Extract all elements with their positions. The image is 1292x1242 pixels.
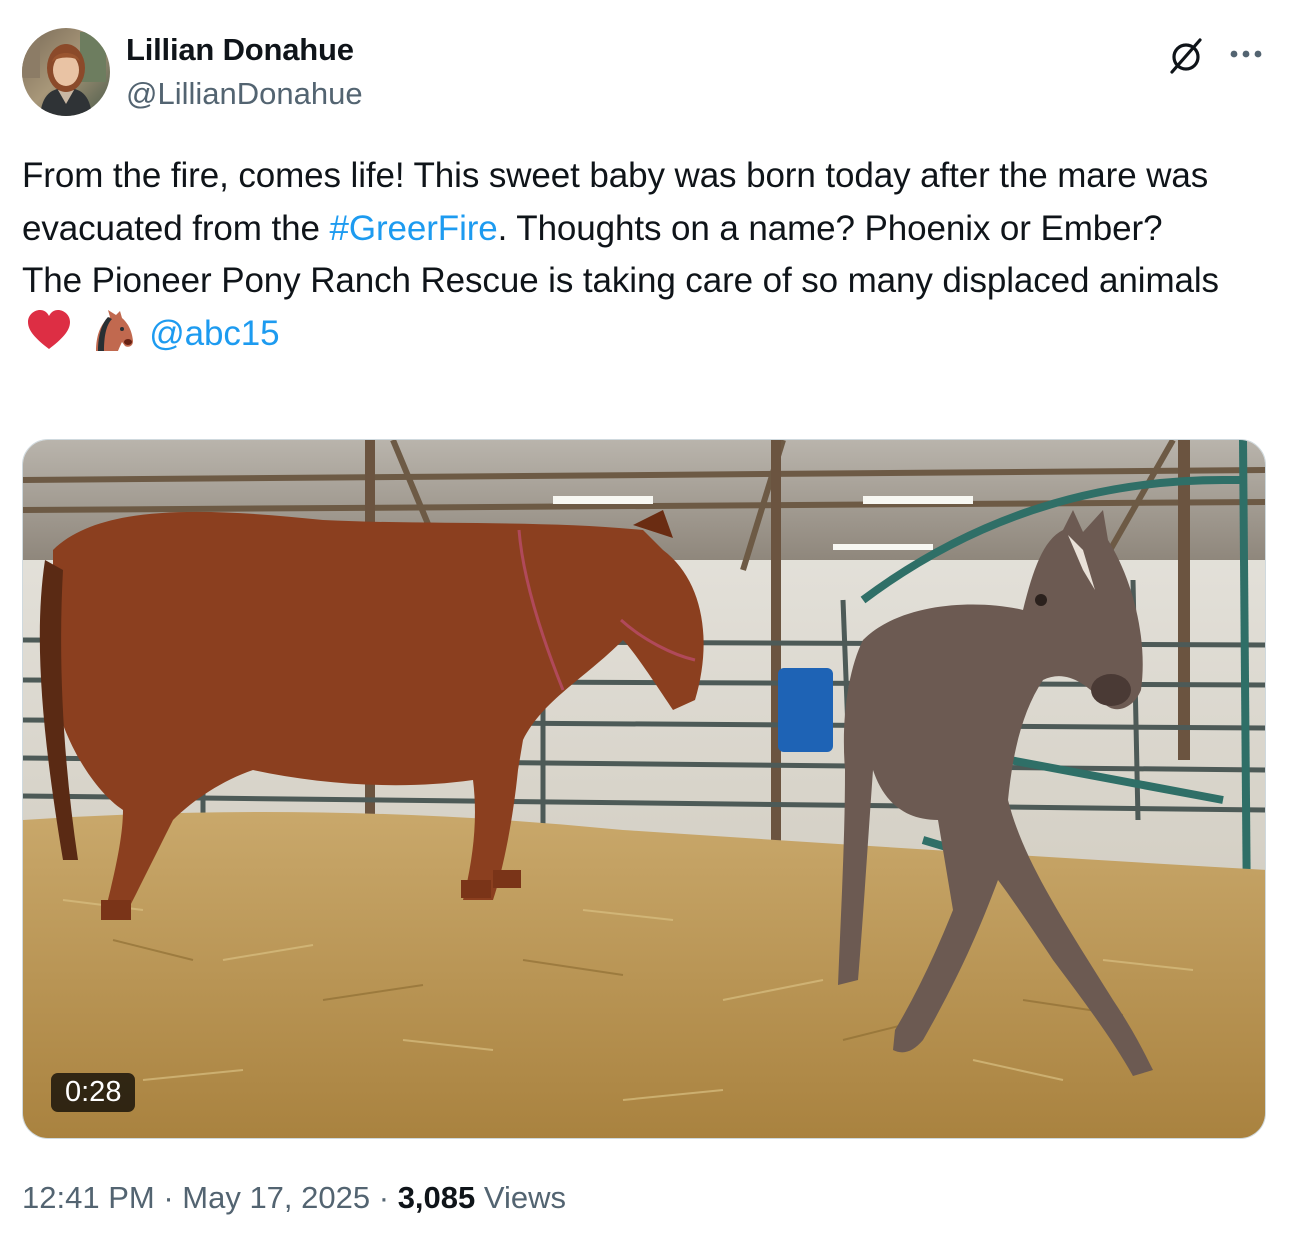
author-name[interactable]: Lillian Donahue (126, 32, 354, 68)
horse-face-emoji (90, 309, 136, 351)
views-label: Views (475, 1180, 567, 1215)
video-scene (23, 440, 1265, 1138)
tweet-header: Lillian Donahue @LillianDonahue (22, 28, 1270, 120)
tweet-date[interactable]: May 17, 2025 (182, 1180, 370, 1215)
tweet-time[interactable]: 12:41 PM (22, 1180, 155, 1215)
mention-link[interactable]: @abc15 (149, 314, 279, 353)
meta-separator: · (154, 1180, 183, 1215)
video-duration: 0:28 (51, 1073, 136, 1112)
tweet-meta: 12:41 PM · May 17, 2025 · 3,085 Views (22, 1180, 566, 1216)
tweet-text: From the fire, comes life! This sweet ba… (22, 150, 1272, 360)
avatar[interactable] (22, 28, 110, 116)
grok-slash-icon[interactable] (1166, 36, 1206, 76)
meta-separator: · (370, 1180, 398, 1215)
red-heart-emoji (26, 309, 72, 351)
video-thumbnail[interactable]: 0:28 (22, 439, 1266, 1139)
tweet-text-part2: . Thoughts on a name? Phoenix or Ember? (497, 208, 1163, 248)
more-dots-icon[interactable] (1226, 38, 1266, 68)
hashtag-link[interactable]: #GreerFire (329, 209, 497, 248)
views-count: 3,085 (397, 1180, 476, 1215)
author-handle[interactable]: @LillianDonahue (126, 76, 363, 112)
tweet-text-line2: The Pioneer Pony Ranch Rescue is taking … (22, 261, 1219, 300)
